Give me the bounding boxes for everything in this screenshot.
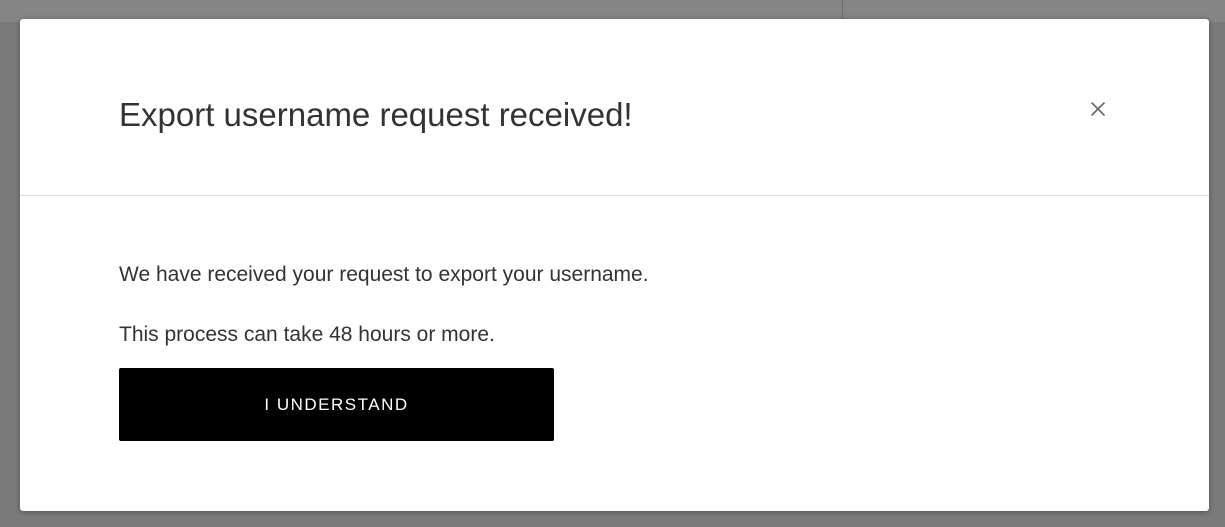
modal-title: Export username request received! <box>119 96 633 133</box>
close-button[interactable] <box>1083 94 1113 124</box>
export-username-modal: Export username request received! We hav… <box>20 19 1209 511</box>
modal-header: Export username request received! <box>20 19 1209 196</box>
process-duration-text: This process can take 48 hours or more. <box>119 323 495 346</box>
modal-body: We have received your request to export … <box>119 262 1119 348</box>
close-icon <box>1091 102 1105 116</box>
request-received-text: We have received your request to export … <box>119 263 649 286</box>
i-understand-button[interactable]: I UNDERSTAND <box>119 368 554 441</box>
